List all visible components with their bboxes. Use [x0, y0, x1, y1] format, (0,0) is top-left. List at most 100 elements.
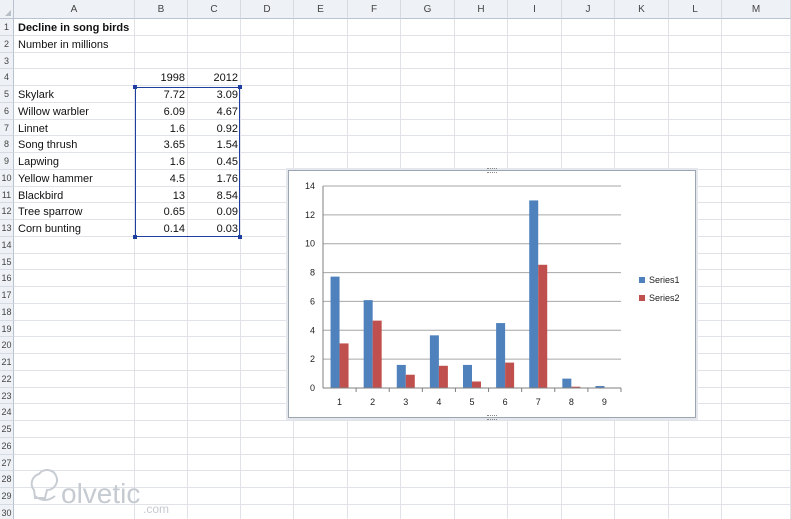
row-header-4[interactable]: 4 — [0, 69, 14, 86]
row-header-2[interactable]: 2 — [0, 36, 14, 53]
row-header-21[interactable]: 21 — [0, 354, 14, 371]
row-header-22[interactable]: 22 — [0, 371, 14, 388]
row-header-24[interactable]: 24 — [0, 404, 14, 421]
bird-name-cell[interactable]: Linnet — [18, 121, 48, 137]
column-header-e[interactable]: E — [294, 0, 348, 19]
row-header-7[interactable]: 7 — [0, 120, 14, 136]
bird-name-cell[interactable]: Song thrush — [18, 137, 77, 153]
bar-series1-8 — [562, 378, 572, 388]
x-tick-label: 2 — [370, 397, 375, 407]
bird-name-cell[interactable]: Blackbird — [18, 188, 63, 204]
row-header-27[interactable]: 27 — [0, 455, 14, 471]
row-header-25[interactable]: 25 — [0, 421, 14, 438]
column-header-m[interactable]: M — [722, 0, 791, 19]
y-tick-label: 8 — [310, 268, 315, 278]
row-gridline — [14, 68, 791, 69]
row-header-26[interactable]: 26 — [0, 438, 14, 455]
cell-c4-year[interactable]: 2012 — [188, 70, 238, 86]
column-header-d[interactable]: D — [241, 0, 294, 19]
bird-name-cell[interactable]: Willow warbler — [18, 104, 89, 120]
y-tick-label: 6 — [310, 296, 315, 306]
y-tick-label: 2 — [310, 354, 315, 364]
bar-series2-5 — [472, 381, 481, 388]
row-gridline — [14, 52, 791, 53]
row-gridline — [14, 437, 791, 438]
column-header-i[interactable]: I — [508, 0, 562, 19]
legend-label-series1: Series1 — [649, 275, 680, 285]
row-header-23[interactable]: 23 — [0, 388, 14, 404]
column-header-g[interactable]: G — [401, 0, 455, 19]
row-header-12[interactable]: 12 — [0, 203, 14, 220]
column-header-l[interactable]: L — [669, 0, 722, 19]
row-header-6[interactable]: 6 — [0, 103, 14, 120]
x-tick-label: 9 — [602, 397, 607, 407]
column-header-k[interactable]: K — [615, 0, 669, 19]
selection-handle[interactable] — [133, 235, 137, 239]
cell-a2-subtitle[interactable]: Number in millions — [18, 37, 108, 53]
bird-name-cell[interactable]: Lapwing — [18, 154, 59, 170]
row-header-1[interactable]: 1 — [0, 19, 14, 36]
legend-label-series2: Series2 — [649, 293, 680, 303]
column-header-j[interactable]: J — [562, 0, 615, 19]
row-header-13[interactable]: 13 — [0, 220, 14, 237]
row-gridline — [14, 454, 791, 455]
chart-resize-handle[interactable] — [487, 415, 497, 420]
y-tick-label: 4 — [310, 325, 315, 335]
column-header-f[interactable]: F — [348, 0, 401, 19]
bird-name-cell[interactable]: Yellow hammer — [18, 171, 93, 187]
bird-name-cell[interactable]: Tree sparrow — [18, 204, 82, 220]
embedded-chart[interactable]: 0 2 4 6 8 10 12 14 1 2 3 4 5 6 7 8 9 Series1 Series2 — [288, 168, 696, 420]
row-gridline — [14, 152, 791, 153]
bar-series1-4 — [429, 335, 439, 388]
chart-resize-handle[interactable] — [487, 168, 497, 173]
watermark-tld: .com — [143, 502, 170, 516]
row-gridline — [14, 102, 791, 103]
y-tick-label: 10 — [305, 239, 315, 249]
selected-range[interactable] — [133, 85, 242, 239]
x-tick-label: 4 — [436, 397, 441, 407]
row-header-5[interactable]: 5 — [0, 86, 14, 103]
column-header-a[interactable]: A — [14, 0, 135, 19]
row-gridline — [14, 135, 791, 136]
row-header-11[interactable]: 11 — [0, 187, 14, 203]
bar-series1-2 — [363, 300, 373, 388]
y-tick-label: 12 — [305, 210, 315, 220]
row-header-18[interactable]: 18 — [0, 304, 14, 321]
row-header-14[interactable]: 14 — [0, 237, 14, 254]
bird-name-cell[interactable]: Skylark — [18, 87, 54, 103]
row-header-15[interactable]: 15 — [0, 254, 14, 270]
cell-a1-title[interactable]: Decline in song birds — [18, 20, 129, 36]
row-header-16[interactable]: 16 — [0, 270, 14, 287]
watermark: olvetic .com — [25, 460, 185, 516]
legend-swatch-series1 — [639, 277, 645, 283]
row-header-3[interactable]: 3 — [0, 53, 14, 69]
bird-name-cell[interactable]: Corn bunting — [18, 221, 81, 237]
bar-series2-6 — [505, 362, 515, 388]
row-header-19[interactable]: 19 — [0, 321, 14, 337]
spreadsheet: ABCDEFGHIJKLM 1 2 3 4 5 6 7 8 9 10 11 12 13 14 15 16 17 1… — [0, 0, 791, 519]
select-all-corner[interactable] — [0, 0, 14, 19]
selection-handle[interactable] — [238, 85, 242, 89]
row-header-17[interactable]: 17 — [0, 287, 14, 304]
bar-series2-2 — [372, 320, 382, 388]
column-header-b[interactable]: B — [135, 0, 188, 19]
row-header-20[interactable]: 20 — [0, 337, 14, 354]
selection-handle[interactable] — [238, 235, 242, 239]
bar-series2-7 — [538, 264, 548, 388]
row-header-30[interactable]: 30 — [0, 505, 14, 519]
cell-b4-year[interactable]: 1998 — [135, 70, 185, 86]
x-tick-label: 3 — [403, 397, 408, 407]
column-header-c[interactable]: C — [188, 0, 241, 19]
row-header-28[interactable]: 28 — [0, 471, 14, 488]
row-header-10[interactable]: 10 — [0, 170, 14, 187]
row-header-9[interactable]: 9 — [0, 153, 14, 170]
column-header-h[interactable]: H — [455, 0, 508, 19]
bar-series2-1 — [339, 343, 349, 388]
row-gridline — [14, 119, 791, 120]
row-header-29[interactable]: 29 — [0, 488, 14, 505]
y-tick-label: 0 — [310, 383, 315, 393]
selection-handle[interactable] — [133, 85, 137, 89]
x-tick-label: 6 — [503, 397, 508, 407]
bar-series1-7 — [529, 200, 539, 388]
row-header-8[interactable]: 8 — [0, 136, 14, 153]
